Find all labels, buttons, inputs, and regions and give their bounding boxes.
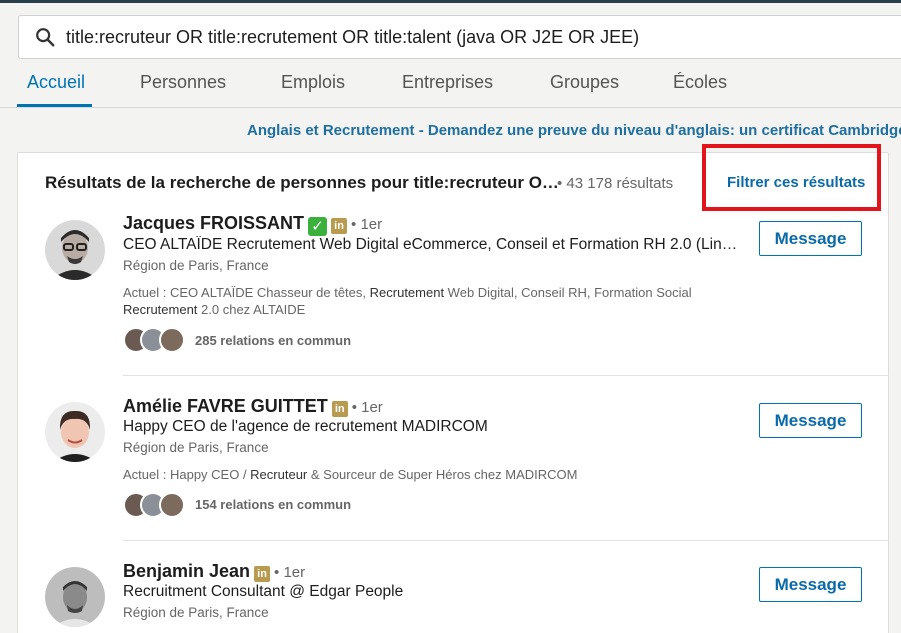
snippet-text: Actuel : Happy CEO / — [123, 467, 251, 482]
annotation-highlight-box — [702, 144, 881, 211]
connection-degree: • 1er — [351, 399, 383, 416]
verified-check-icon: ✓ — [308, 217, 328, 236]
snippet-text: Web Digital, Conseil RH, Formation Socia… — [444, 285, 692, 300]
tab-personnes[interactable]: Personnes — [140, 72, 226, 93]
avatar[interactable] — [45, 567, 105, 627]
result-name-link[interactable]: Jacques FROISSANT ✓ in • 1er — [123, 213, 382, 236]
result-divider — [123, 540, 889, 541]
result-name[interactable]: Jacques FROISSANT — [123, 213, 304, 233]
result-location: Région de Paris, France — [123, 605, 269, 620]
avatar[interactable] — [45, 220, 105, 280]
result-name[interactable]: Amélie FAVRE GUITTET — [123, 396, 328, 416]
search-query: title:recruteur OR title:recrutement OR … — [66, 27, 640, 47]
snippet-text: 2.0 chez ALTAIDE — [197, 302, 306, 317]
result-divider — [123, 375, 889, 376]
tab-accueil[interactable]: Accueil — [27, 72, 85, 93]
tab-groupes[interactable]: Groupes — [550, 72, 619, 93]
tab-emplois[interactable]: Emplois — [281, 72, 345, 93]
message-button[interactable]: Message — [759, 221, 862, 256]
avatar — [159, 492, 185, 518]
snippet-text: & Sourceur de Super Héros chez MADIRCOM — [307, 467, 578, 482]
result-headline: Recruitment Consultant @ Edgar People — [123, 583, 404, 600]
result-location: Région de Paris, France — [123, 440, 269, 455]
message-button[interactable]: Message — [759, 403, 862, 438]
snippet-highlight: Recruteur — [250, 467, 308, 482]
linkedin-premium-icon: in — [331, 401, 348, 417]
results-count: • 43 178 résultats — [557, 175, 674, 192]
active-tab-indicator — [17, 104, 92, 107]
shared-connections-avatars[interactable] — [123, 492, 193, 518]
search-input[interactable]: title:recruteur OR title:recrutement OR … — [18, 15, 901, 59]
result-headline: Happy CEO de l'agence de recrutement MAD… — [123, 418, 488, 435]
connection-degree: • 1er — [351, 216, 383, 233]
result-snippet: Actuel : Happy CEO / Recruteur & Sourceu… — [123, 466, 733, 483]
shared-connections-avatars[interactable] — [123, 327, 193, 353]
snippet-highlight: Recrutement — [369, 285, 445, 300]
snippet-text: Actuel : CEO ALTAÏDE Chasseur de têtes, — [123, 285, 370, 300]
result-name[interactable]: Benjamin Jean — [123, 561, 250, 581]
result-name-link[interactable]: Benjamin Jean in • 1er — [123, 561, 305, 582]
result-snippet: Actuel : CEO ALTAÏDE Chasseur de têtes, … — [123, 284, 733, 318]
linkedin-premium-icon: in — [254, 566, 271, 582]
search-icon — [36, 28, 55, 47]
sponsored-ad-link[interactable]: Anglais et Recrutement - Demandez une pr… — [247, 122, 901, 139]
result-location: Région de Paris, France — [123, 258, 269, 273]
linkedin-premium-icon: in — [331, 218, 348, 234]
shared-connections-link[interactable]: 154 relations en commun — [195, 497, 351, 512]
connection-degree: • 1er — [274, 564, 306, 581]
results-heading: Résultats de la recherche de personnes p… — [45, 173, 559, 192]
shared-connections-link[interactable]: 285 relations en commun — [195, 333, 351, 348]
snippet-highlight: Recrutement — [123, 302, 198, 317]
search-tabs: Accueil Personnes Emplois Entreprises Gr… — [0, 62, 901, 108]
avatar[interactable] — [45, 402, 105, 462]
tab-ecoles[interactable]: Écoles — [673, 72, 727, 93]
tab-entreprises[interactable]: Entreprises — [402, 72, 493, 93]
top-bar — [0, 0, 901, 3]
result-name-link[interactable]: Amélie FAVRE GUITTET in • 1er — [123, 396, 383, 417]
result-headline: CEO ALTAÏDE Recrutement Web Digital eCom… — [123, 236, 738, 253]
message-button[interactable]: Message — [759, 567, 862, 602]
avatar — [159, 327, 185, 353]
